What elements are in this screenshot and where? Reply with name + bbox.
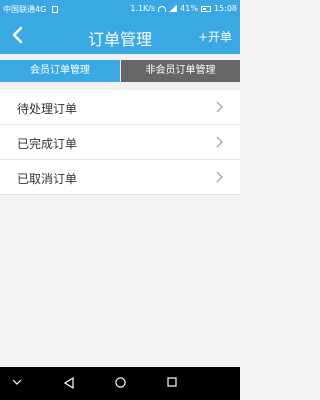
list-item-cancelled[interactable]: 已取消订单 <box>0 160 240 195</box>
list-item-pending[interactable]: 待处理订单 <box>0 90 240 125</box>
status-right: 1.1K/s 41% 15:08 <box>130 4 237 13</box>
chevron-right-icon <box>216 136 223 148</box>
list-item-label: 已取消订单 <box>17 172 78 186</box>
chevron-right-icon <box>216 171 223 183</box>
network-speed: 1.1K/s <box>130 4 156 13</box>
chevron-down-icon[interactable] <box>12 377 22 387</box>
battery-percent: 41% <box>180 4 198 13</box>
nav-back-icon[interactable] <box>64 377 74 389</box>
wifi-icon <box>158 5 167 12</box>
system-nav-bar <box>0 367 240 400</box>
list-item-label: 待处理订单 <box>17 102 78 116</box>
signal-icon <box>169 5 178 12</box>
status-left: 中国联通4G <box>3 4 58 15</box>
new-order-button[interactable]: +开单 <box>198 28 232 45</box>
order-status-list: 待处理订单 已完成订单 已取消订单 <box>0 90 240 195</box>
nav-recent-icon[interactable] <box>167 377 177 387</box>
list-item-label: 已完成订单 <box>17 137 78 151</box>
tab-bar: 会员订单管理 非会员订单管理 <box>0 60 240 82</box>
tab-non-member-orders[interactable]: 非会员订单管理 <box>121 60 240 82</box>
clock: 15:08 <box>213 4 237 13</box>
nav-home-icon[interactable] <box>115 377 126 388</box>
sim-icon <box>51 6 58 13</box>
carrier-text: 中国联通4G <box>3 5 47 14</box>
tab-member-orders[interactable]: 会员订单管理 <box>0 60 120 82</box>
chevron-right-icon <box>216 101 223 113</box>
status-bar: 中国联通4G 1.1K/s 41% 15:08 <box>0 0 240 17</box>
battery-icon <box>200 5 211 12</box>
app-header: 订单管理 +开单 <box>0 17 240 54</box>
list-item-completed[interactable]: 已完成订单 <box>0 125 240 160</box>
